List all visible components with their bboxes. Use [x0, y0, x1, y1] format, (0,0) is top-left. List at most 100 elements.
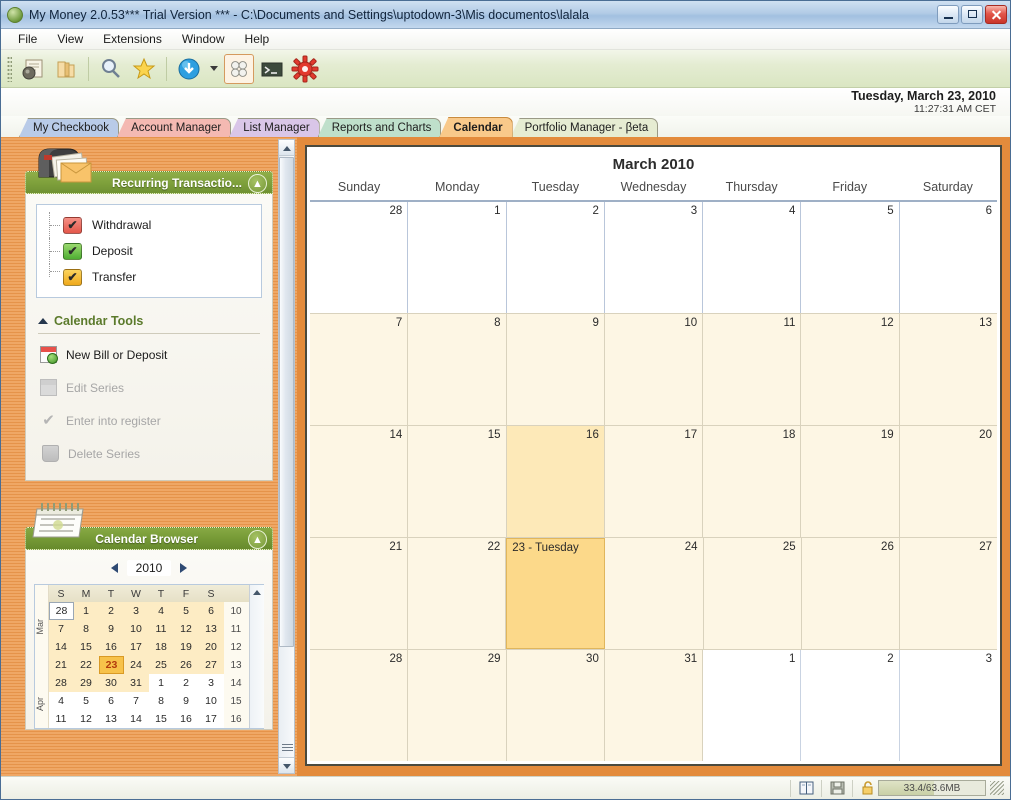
calendar-day-cell[interactable]: 7 — [310, 314, 409, 425]
resize-grip-icon[interactable] — [990, 781, 1004, 795]
calendar-day-cell[interactable]: 29 — [408, 650, 507, 761]
mini-day-cell[interactable]: 27 — [199, 656, 224, 674]
mini-day-cell[interactable]: 1 — [149, 674, 174, 692]
mini-day-cell[interactable]: 13 — [199, 620, 224, 638]
mini-day-cell[interactable]: 1 — [74, 602, 99, 620]
minimize-button[interactable] — [937, 5, 959, 24]
mini-day-cell[interactable]: 13 — [99, 710, 124, 728]
console-icon[interactable] — [257, 54, 287, 84]
calendar-day-cell[interactable]: 3 — [604, 202, 704, 313]
calendar-day-cell[interactable]: 4 — [703, 202, 802, 313]
mini-day-cell[interactable]: 6 — [99, 692, 124, 710]
calendar-day-cell[interactable]: 11 — [703, 314, 802, 425]
calendar-day-cell[interactable]: 22 — [408, 538, 507, 649]
menu-extensions[interactable]: Extensions — [94, 30, 171, 48]
calendar-day-cell[interactable]: 21 — [310, 538, 409, 649]
calendar-day-cell[interactable]: 17 — [604, 426, 704, 537]
calendar-day-cell[interactable]: 1 — [703, 650, 802, 761]
mini-day-cell[interactable]: 19 — [174, 638, 199, 656]
calendar-day-cell[interactable]: 24 — [605, 538, 704, 649]
calendar-day-cell[interactable]: 18 — [703, 426, 802, 537]
calendar-day-cell[interactable]: 14 — [310, 426, 409, 537]
mini-day-cell[interactable]: 28 — [49, 602, 74, 620]
settings-gear-icon[interactable] — [290, 54, 320, 84]
calendar-day-cell[interactable]: 28 — [310, 202, 409, 313]
new-document-icon[interactable] — [18, 54, 48, 84]
mini-day-cell[interactable]: 6 — [199, 602, 224, 620]
new-bill-or-deposit-button[interactable]: New Bill or Deposit — [36, 338, 262, 371]
mini-day-cell[interactable]: 20 — [199, 638, 224, 656]
list-item[interactable]: ✔ Withdrawal — [45, 212, 253, 238]
mini-day-cell[interactable]: 14 — [124, 710, 149, 728]
mini-day-cell[interactable]: 8 — [149, 692, 174, 710]
mini-day-cell[interactable]: 3 — [124, 602, 149, 620]
mini-day-cell[interactable]: 14 — [49, 638, 74, 656]
calendar-day-cell[interactable]: 2 — [506, 202, 605, 313]
mini-day-cell[interactable]: 18 — [149, 638, 174, 656]
calendar-day-cell[interactable]: 9 — [506, 314, 605, 425]
tab-account-manager[interactable]: Account Manager — [117, 118, 232, 137]
menu-help[interactable]: Help — [236, 30, 279, 48]
calendar-tools-header[interactable]: Calendar Tools — [38, 314, 260, 334]
menu-file[interactable]: File — [9, 30, 46, 48]
calendar-day-cell[interactable]: 15 — [408, 426, 507, 537]
scroll-down-button[interactable] — [279, 757, 294, 773]
tab-list-manager[interactable]: List Manager — [229, 118, 320, 137]
search-icon[interactable] — [96, 54, 126, 84]
download-icon[interactable] — [174, 54, 204, 84]
mini-day-cell[interactable]: 8 — [74, 620, 99, 638]
mini-day-cell[interactable]: 11 — [49, 710, 74, 728]
mini-day-cell[interactable]: 26 — [174, 656, 199, 674]
tab-my-checkbook[interactable]: My Checkbook — [19, 118, 120, 137]
calendar-day-cell[interactable]: 30 — [506, 650, 605, 761]
prev-year-icon[interactable] — [110, 563, 118, 573]
mini-day-cell[interactable]: 17 — [199, 710, 224, 728]
chevron-up-icon[interactable]: ▲ — [248, 174, 267, 193]
calendar-day-cell[interactable]: 27 — [899, 538, 997, 649]
edit-series-button[interactable]: Edit Series — [36, 371, 262, 404]
tab-calendar[interactable]: Calendar — [439, 117, 513, 137]
calendar-day-cell[interactable]: 19 — [801, 426, 900, 537]
calendar-day-cell[interactable]: 31 — [604, 650, 704, 761]
mini-day-cell[interactable]: 15 — [149, 710, 174, 728]
mini-day-cell[interactable]: 10 — [199, 692, 224, 710]
mini-day-cell[interactable]: 28 — [49, 674, 74, 692]
mini-day-cell[interactable]: 10 — [124, 620, 149, 638]
calendar-day-cell[interactable]: 10 — [604, 314, 704, 425]
mini-day-cell[interactable]: 2 — [174, 674, 199, 692]
maximize-button[interactable] — [961, 5, 983, 24]
mini-day-cell[interactable]: 7 — [124, 692, 149, 710]
tab-reports-and-charts[interactable]: Reports and Charts — [317, 118, 442, 137]
mini-day-cell[interactable]: 31 — [124, 674, 149, 692]
calendar-day-cell[interactable]: 8 — [408, 314, 507, 425]
menu-view[interactable]: View — [48, 30, 92, 48]
tab-portfolio-manager[interactable]: Portfolio Manager - βeta — [510, 118, 659, 137]
mini-day-cell[interactable]: 7 — [49, 620, 74, 638]
calendar-day-cell[interactable]: 13 — [899, 314, 997, 425]
transfer-checkbox[interactable]: ✔ — [63, 268, 82, 286]
mini-day-cell[interactable]: 22 — [74, 656, 99, 674]
list-item[interactable]: ✔ Transfer — [45, 264, 253, 290]
mini-day-cell[interactable]: 24 — [124, 656, 149, 674]
mini-calendar-scrollbar[interactable] — [249, 585, 264, 728]
sidebar-scrollbar[interactable] — [278, 139, 295, 774]
mini-day-cell[interactable]: 9 — [99, 620, 124, 638]
withdrawal-checkbox[interactable]: ✔ — [63, 216, 82, 234]
calendar-day-cell[interactable]: 6 — [899, 202, 997, 313]
mini-day-cell[interactable]: 30 — [99, 674, 124, 692]
close-button[interactable] — [985, 5, 1007, 24]
calendar-day-cell-selected[interactable]: 23 - Tuesday — [506, 538, 606, 649]
mini-day-cell[interactable]: 21 — [49, 656, 74, 674]
mini-day-cell[interactable]: 29 — [74, 674, 99, 692]
mini-day-cell[interactable]: 2 — [99, 602, 124, 620]
chevron-up-icon[interactable]: ▲ — [248, 530, 267, 549]
mini-day-cell[interactable]: 5 — [74, 692, 99, 710]
list-item[interactable]: ✔ Deposit — [45, 238, 253, 264]
mini-day-cell[interactable]: 16 — [99, 638, 124, 656]
mini-day-cell[interactable]: 11 — [149, 620, 174, 638]
scroll-up-button[interactable] — [279, 140, 294, 156]
toolbar-grip[interactable] — [7, 55, 12, 82]
mini-day-cell[interactable]: 16 — [174, 710, 199, 728]
calendar-day-cell[interactable]: 12 — [801, 314, 900, 425]
calendar-day-cell[interactable]: 20 — [899, 426, 997, 537]
